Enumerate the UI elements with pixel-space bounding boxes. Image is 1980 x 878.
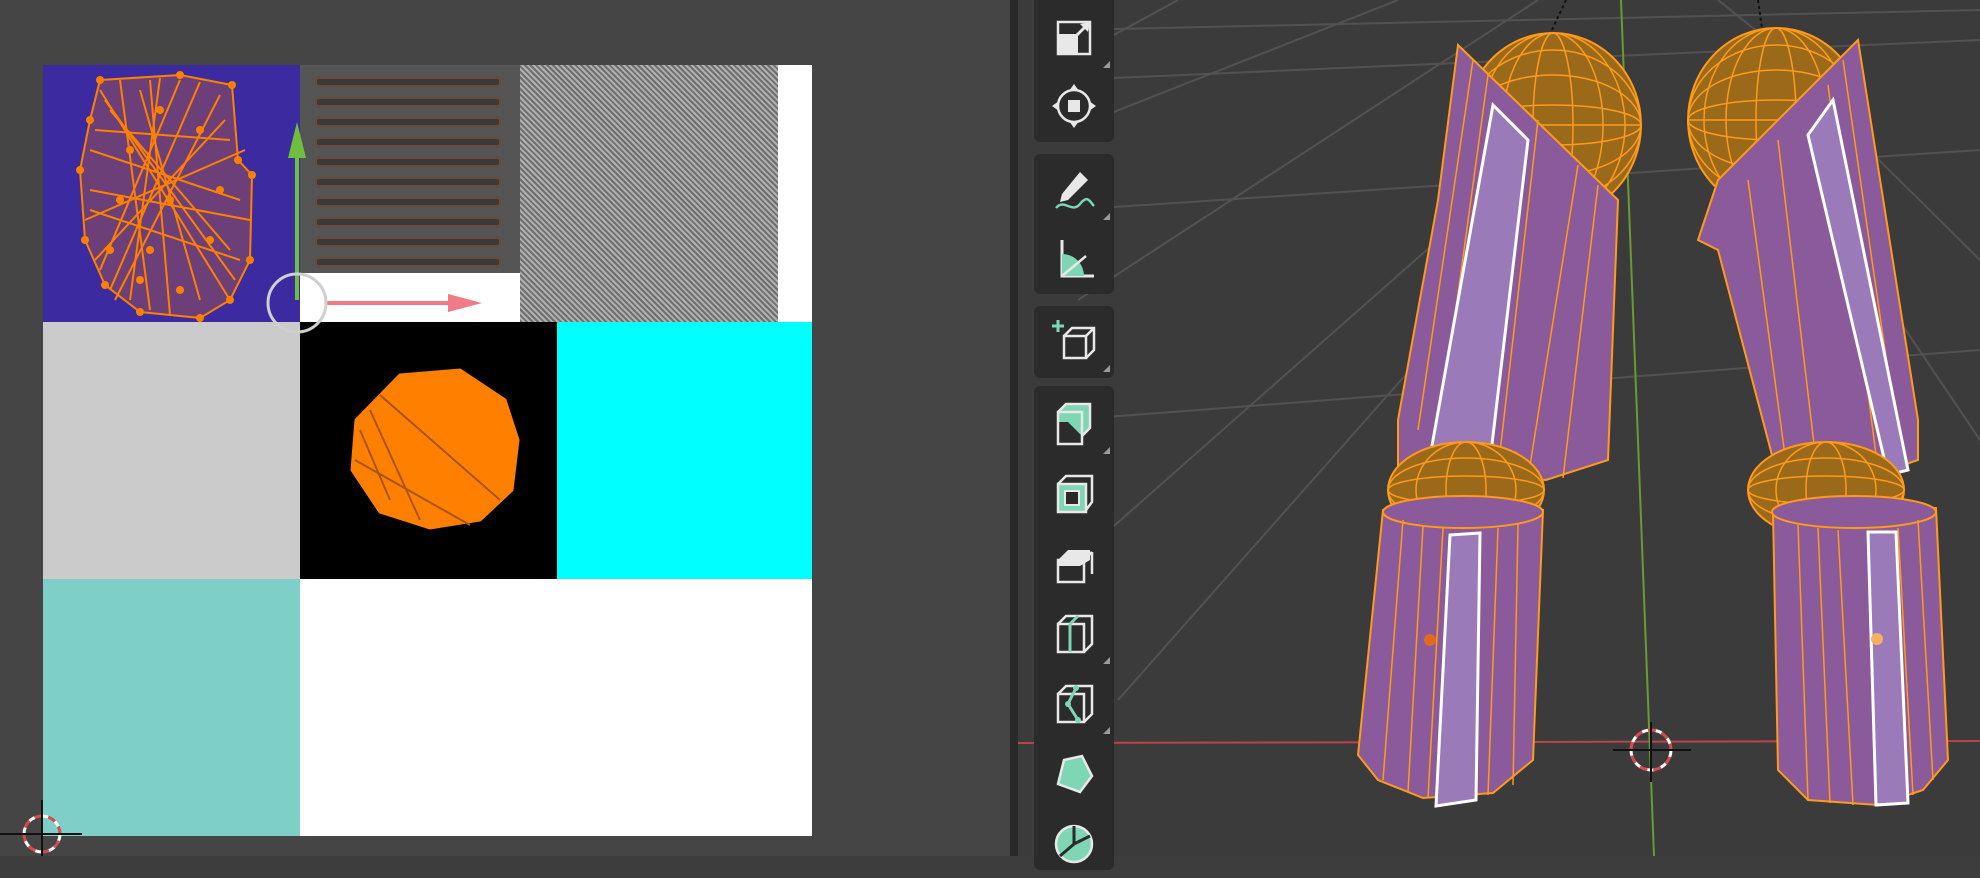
mesh-left-limb[interactable]: [1356, 32, 1642, 808]
bevel-tool[interactable]: [1034, 530, 1114, 598]
spin-icon: [1054, 824, 1094, 864]
tool-group-add: [1034, 306, 1114, 378]
measure-icon: [1060, 240, 1094, 278]
spin-tool[interactable]: [1034, 810, 1114, 878]
knife-icon: [1056, 684, 1094, 724]
uv-editor[interactable]: [0, 0, 1010, 856]
poly-build-tool[interactable]: [1034, 740, 1114, 808]
uv-island-selected-2[interactable]: [350, 368, 520, 530]
uv-2d-cursor[interactable]: [0, 800, 82, 856]
add-cube-icon: [1052, 320, 1096, 360]
tool-group-transform: [1034, 0, 1114, 142]
scale-tool[interactable]: [1034, 4, 1114, 72]
3d-cursor[interactable]: [1613, 722, 1691, 782]
tool-group-annotate: [1034, 154, 1114, 294]
add-cube-tool[interactable]: [1034, 308, 1114, 376]
extrude-region-icon: [1056, 402, 1092, 446]
annotate-icon: [1055, 172, 1095, 209]
loop-cut-icon: [1056, 614, 1094, 654]
inset-faces-tool[interactable]: [1034, 460, 1114, 528]
mesh-right-limb[interactable]: [1687, 27, 1950, 807]
transform-icon: [1052, 84, 1096, 128]
bevel-icon: [1056, 550, 1094, 584]
gizmo-x-arrow: [448, 294, 482, 312]
transform-tool[interactable]: [1034, 72, 1114, 140]
knife-tool[interactable]: [1034, 670, 1114, 738]
tool-group-mesh-edit: [1034, 386, 1114, 870]
viewport-toolbar: [1034, 0, 1114, 870]
inset-faces-icon: [1056, 474, 1094, 514]
scale-icon: [1056, 20, 1092, 56]
annotate-tool[interactable]: [1034, 156, 1114, 224]
grille-slats: [315, 77, 501, 267]
extrude-region-tool[interactable]: [1034, 390, 1114, 458]
loop-cut-tool[interactable]: [1034, 600, 1114, 668]
poly-build-icon: [1056, 754, 1094, 794]
area-split-divider[interactable]: [1010, 0, 1018, 856]
relationship-line-left: [1550, 0, 1567, 33]
3d-viewport[interactable]: [1018, 0, 1980, 856]
gizmo-y-arrow: [288, 122, 306, 158]
measure-tool[interactable]: [1034, 224, 1114, 292]
